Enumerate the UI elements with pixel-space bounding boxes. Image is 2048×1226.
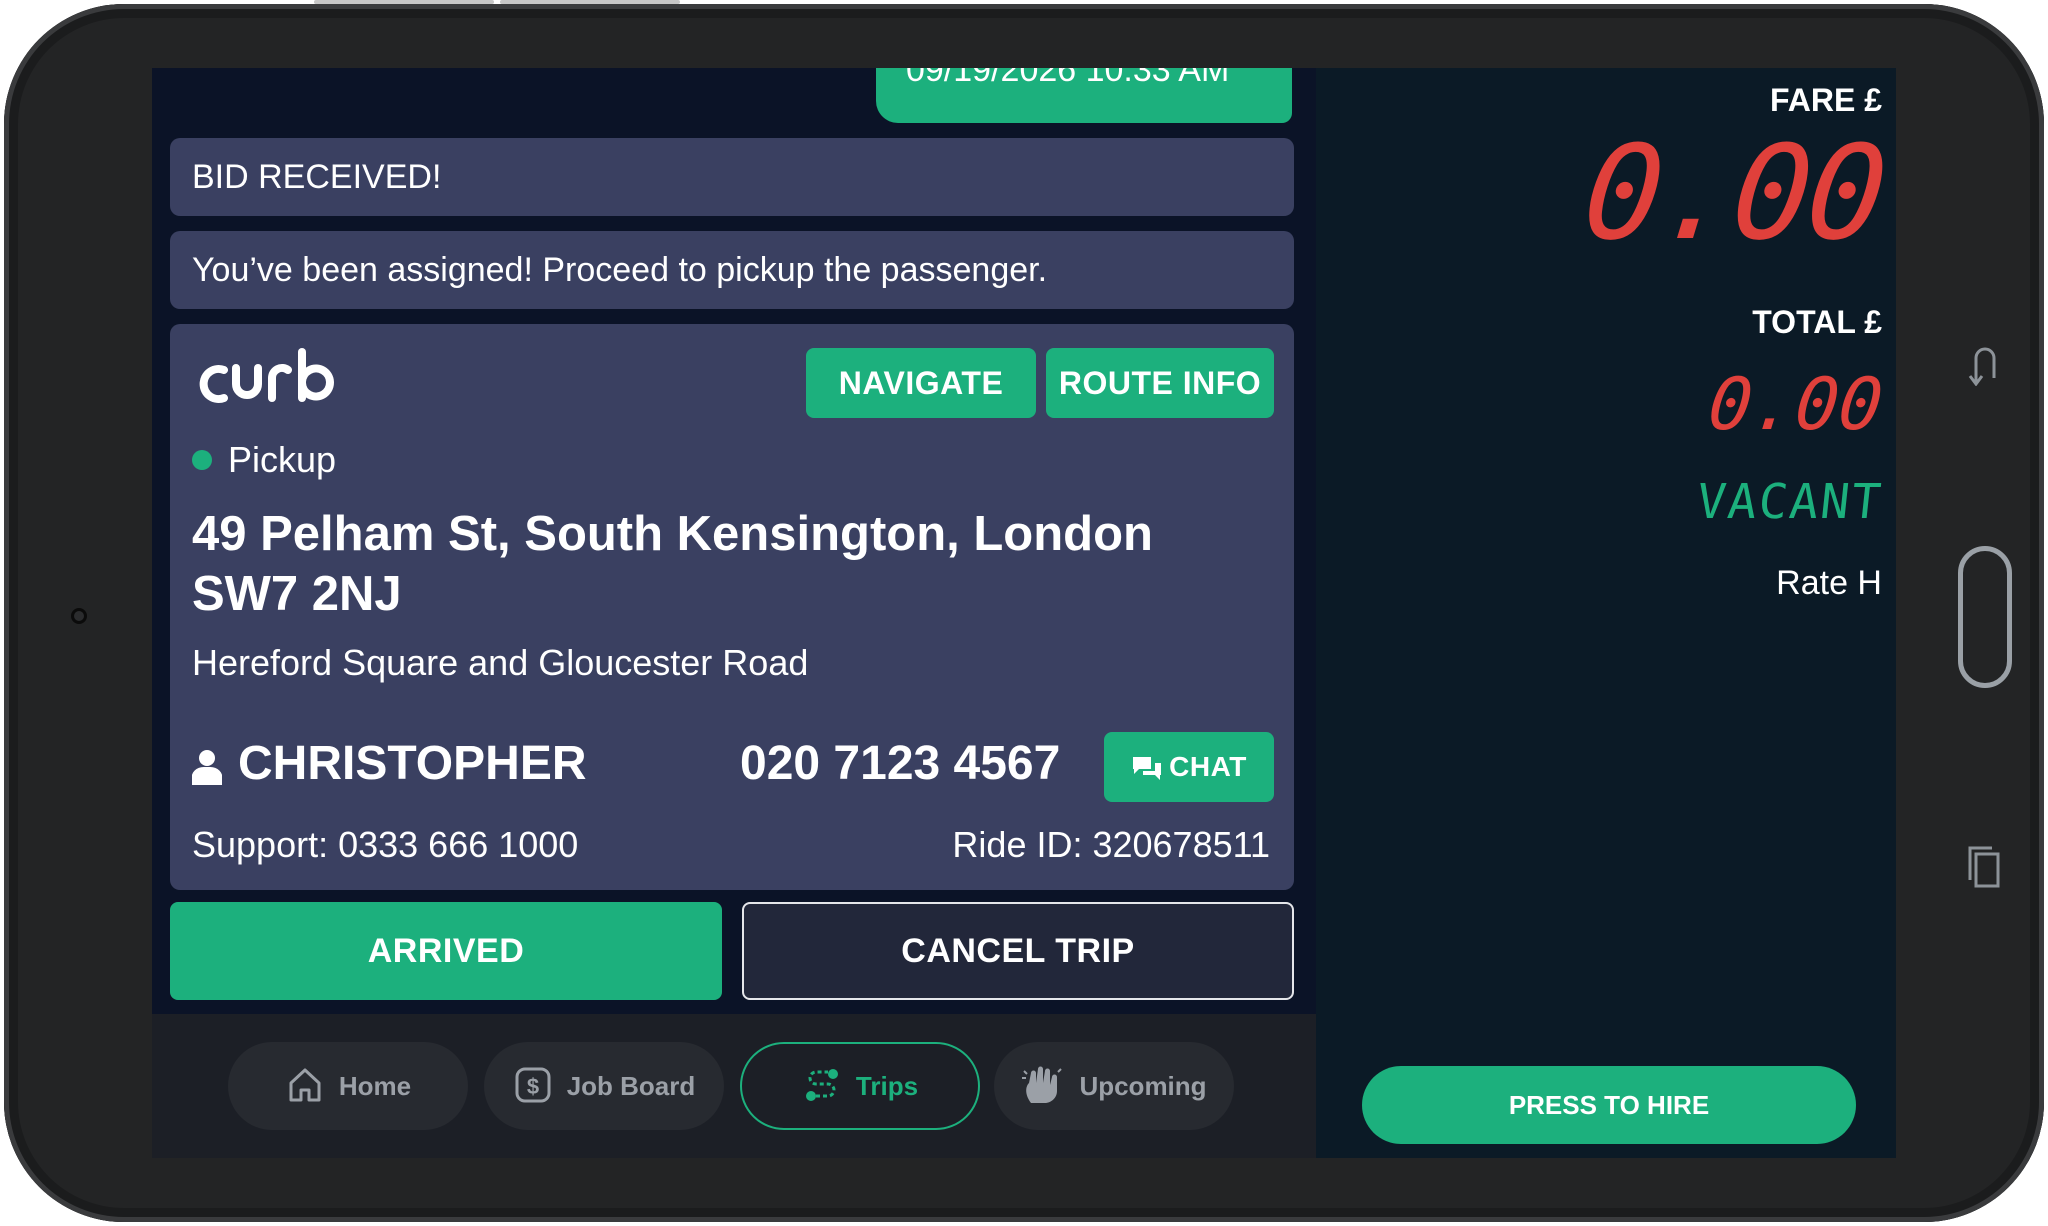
nav-home[interactable]: Home bbox=[228, 1042, 468, 1130]
nav-job-board[interactable]: $ Job Board bbox=[484, 1042, 724, 1130]
bottom-nav: Home $ Job Board Trips Upcoming bbox=[152, 1014, 1316, 1158]
fare-label: FARE £ bbox=[1769, 82, 1882, 118]
dollar-icon: $ bbox=[515, 1067, 551, 1103]
hand-wave-icon bbox=[1022, 1066, 1063, 1103]
nav-home-label: Home bbox=[338, 1071, 412, 1101]
pickup-address: 49 Pelham St, South Kensington, London S… bbox=[192, 504, 1252, 624]
total-value: 0.00 bbox=[1704, 362, 1887, 446]
nav-job-board-label: Job Board bbox=[566, 1071, 696, 1101]
recent-apps-key-icon[interactable] bbox=[1966, 844, 2002, 890]
trip-card: curb NAVIGATE ROUTE INFO Pickup 49 Pelha… bbox=[170, 324, 1294, 890]
nav-trips-label: Trips bbox=[855, 1071, 919, 1101]
taximeter-panel: FARE £ 0.00 TOTAL £ 0.00 VACANT Rate H P… bbox=[1316, 68, 1896, 1158]
rate-label: Rate H bbox=[1776, 564, 1882, 602]
vacant-status: VACANT bbox=[1693, 474, 1885, 530]
bid-received-message: BID RECEIVED! bbox=[170, 138, 1294, 216]
navigate-button[interactable]: NAVIGATE bbox=[806, 348, 1036, 418]
nav-upcoming-label: Upcoming bbox=[1079, 1071, 1207, 1101]
route-info-button[interactable]: ROUTE INFO bbox=[1046, 348, 1274, 418]
chat-button[interactable]: CHAT bbox=[1104, 732, 1274, 802]
pickup-label: Pickup bbox=[192, 438, 336, 482]
trip-panel: 09/19/2026 10:33 AM BID RECEIVED! You’ve… bbox=[152, 68, 1316, 1158]
total-label: TOTAL £ bbox=[1752, 304, 1882, 340]
support-phone: Support: 0333 666 1000 bbox=[192, 824, 579, 865]
address-line-1: 49 Pelham St, South Kensington, London bbox=[192, 507, 1153, 561]
assigned-message: You’ve been assigned! Proceed to pickup … bbox=[170, 231, 1294, 309]
screen: 09/19/2026 10:33 AM BID RECEIVED! You’ve… bbox=[152, 68, 1896, 1158]
press-to-hire-button[interactable]: PRESS TO HIRE bbox=[1362, 1066, 1856, 1144]
svg-text:$: $ bbox=[527, 1074, 539, 1099]
pickup-dot-icon bbox=[192, 450, 212, 470]
fare-value: 0.00 bbox=[1576, 117, 1890, 269]
route-icon bbox=[805, 1069, 838, 1101]
cross-streets: Hereford Square and Gloucester Road bbox=[192, 642, 809, 683]
top-slot bbox=[314, 0, 494, 4]
nav-upcoming[interactable]: Upcoming bbox=[994, 1042, 1234, 1130]
home-icon bbox=[289, 1068, 321, 1102]
pickup-text: Pickup bbox=[228, 439, 337, 480]
passenger-name: CHRISTOPHER bbox=[238, 737, 587, 790]
curb-logo-icon: curb bbox=[199, 348, 334, 403]
address-line-2: SW7 2NJ bbox=[192, 567, 402, 621]
person-icon bbox=[191, 750, 223, 785]
top-slot bbox=[500, 0, 680, 4]
passenger: CHRISTOPHER bbox=[191, 734, 587, 794]
arrived-button[interactable]: ARRIVED bbox=[170, 902, 722, 1000]
nav-trips[interactable]: Trips bbox=[740, 1042, 980, 1130]
home-key[interactable] bbox=[1958, 546, 2012, 688]
front-camera bbox=[71, 608, 87, 624]
back-key-icon[interactable] bbox=[1966, 344, 2002, 386]
cancel-trip-button[interactable]: CANCEL TRIP bbox=[742, 902, 1294, 1000]
chat-label: CHAT bbox=[1169, 751, 1247, 782]
ride-id: Ride ID: 320678511 bbox=[952, 824, 1270, 865]
chat-bubbles-icon bbox=[1133, 757, 1162, 780]
timestamp-bubble: 09/19/2026 10:33 AM bbox=[876, 68, 1292, 123]
